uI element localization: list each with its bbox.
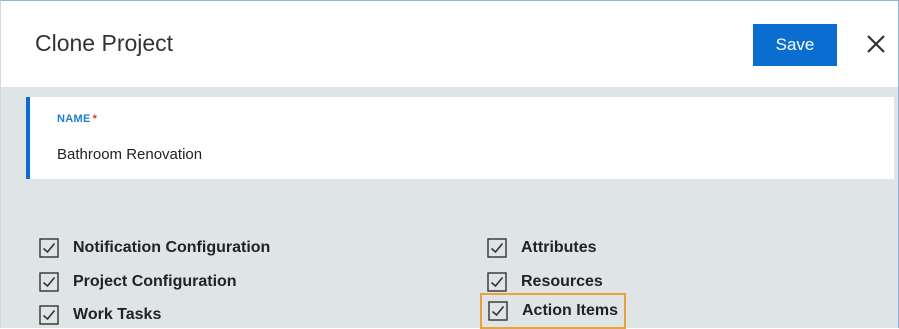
checkbox-checked-icon[interactable] — [39, 305, 59, 325]
name-field-value[interactable]: Bathroom Renovation — [57, 146, 202, 163]
option-label: Work Tasks — [73, 306, 162, 323]
option-label: Project Configuration — [73, 273, 237, 290]
dialog-header: Clone Project Save — [1, 1, 898, 87]
option-label: Attributes — [521, 239, 597, 256]
option-action-items[interactable]: Action Items — [480, 293, 627, 329]
dialog-body: NAME * Bathroom Renovation Notification C… — [1, 87, 898, 329]
checkbox-checked-icon[interactable] — [39, 272, 59, 292]
name-label-text: NAME — [57, 113, 91, 125]
name-field-label: NAME * — [57, 113, 97, 125]
required-mark: * — [92, 113, 98, 125]
option-work-tasks[interactable]: Work Tasks — [39, 302, 161, 328]
option-label: Action Items — [522, 302, 619, 319]
save-button[interactable]: Save — [753, 24, 837, 66]
option-resources[interactable]: Resources — [487, 269, 603, 295]
checkbox-checked-icon[interactable] — [488, 301, 508, 321]
option-label: Resources — [521, 273, 603, 290]
option-notification-configuration[interactable]: Notification Configuration — [39, 235, 270, 261]
checkbox-checked-icon[interactable] — [39, 238, 59, 258]
option-attributes[interactable]: Attributes — [487, 235, 597, 261]
name-field-card[interactable]: NAME * Bathroom Renovation — [26, 97, 894, 179]
dialog-title: Clone Project — [35, 30, 174, 56]
checkbox-checked-icon[interactable] — [487, 238, 507, 258]
option-label: Notification Configuration — [73, 239, 271, 256]
clone-project-dialog: Clone Project Save NAME * Bathroom Renova… — [0, 0, 899, 329]
close-icon[interactable] — [861, 29, 891, 59]
checkbox-checked-icon[interactable] — [487, 272, 507, 292]
option-project-configuration[interactable]: Project Configuration — [39, 269, 237, 295]
